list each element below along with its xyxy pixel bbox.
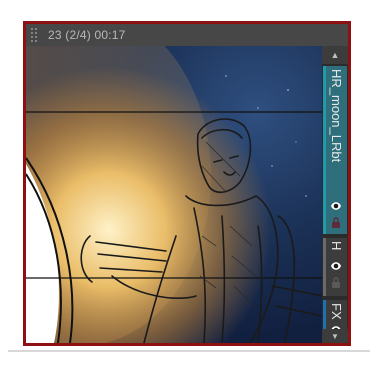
drawing-canvas[interactable] [26,46,322,343]
panel-artwork [26,46,322,343]
eye-visibility-icon[interactable] [329,260,343,272]
scroll-up-arrow-icon[interactable]: ▲ [322,46,348,64]
eye-icon-graphic [331,202,341,210]
panel-title: 23 (2/4) 00:17 [48,28,126,42]
lock-icon-graphic [332,277,340,288]
panel-header[interactable]: 23 (2/4) 00:17 [26,24,348,46]
layer-tab-h[interactable]: H [323,238,347,296]
layer-tab-fx[interactable]: FX [323,300,347,329]
lock-icon-graphic [332,217,340,228]
layer-strip[interactable]: ▲ HR_moon_LRbt H FX ▼ [322,46,348,343]
lock-icon[interactable] [329,216,343,228]
eye-visibility-icon[interactable] [329,200,343,212]
layer-name: H [329,241,344,251]
page-divider [8,350,370,352]
layer-tab-hr-moon[interactable]: HR_moon_LRbt [323,66,347,234]
lock-icon[interactable] [329,276,343,288]
eye-icon-graphic [331,262,341,270]
scroll-down-arrow-icon[interactable]: ▼ [322,329,348,343]
storyboard-panel[interactable]: 23 (2/4) 00:17 ▲ HR_moon_LRbt H FX ▼ [23,21,351,346]
drag-grip-icon[interactable] [30,27,38,43]
layer-name: FX [329,303,344,320]
layer-name: HR_moon_LRbt [329,69,344,163]
